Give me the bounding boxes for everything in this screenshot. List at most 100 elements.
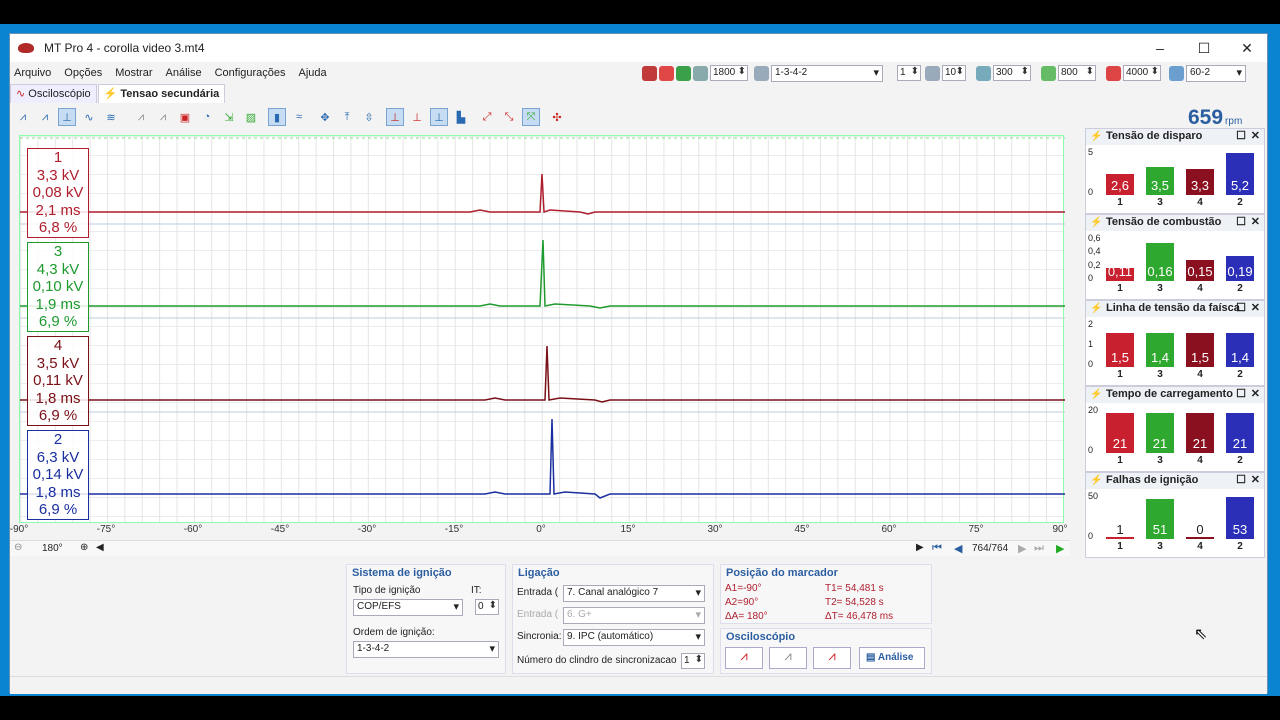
channel-label-1[interactable]: 1 3,3 kV 0,08 kV 2,1 ms 6,8 % (27, 148, 89, 238)
time-scrollbar[interactable]: ⊖ 180° ⊕ ◀ ▶ ⏮ ◀ 764/764 ▶ ⏭ ▶ (10, 540, 1070, 556)
tab-tensao-secundaria[interactable]: ⚡ Tensao secundária (97, 84, 226, 103)
panel-close-icon[interactable]: ✕ (1251, 387, 1260, 400)
fit-icon[interactable]: ⤒ (338, 108, 356, 126)
tab-osciloscopio[interactable]: ∿ Osciloscópio (10, 84, 97, 103)
menu-mostrar[interactable]: Mostrar (115, 67, 152, 79)
zoom-out-icon[interactable]: ⤡ (500, 108, 518, 126)
engine-icon[interactable] (693, 65, 708, 81)
menu-arquivo[interactable]: Arquivo (14, 67, 51, 79)
car-icon[interactable] (642, 65, 657, 81)
panel-1: ⚡ Tensão de combustão ☐ ✕ 0,6 0,4 0,2 0 0,11 0,16… (1085, 214, 1265, 300)
y-tick: 0 (1088, 531, 1094, 541)
wave-gray2-icon[interactable]: ⩘ (154, 108, 172, 126)
value1-spin[interactable]: 10 (942, 65, 966, 81)
axis-tick: 90° (1052, 524, 1068, 535)
scroll-right-icon[interactable]: ▶ (916, 542, 924, 553)
close-button[interactable]: ✕ (1225, 34, 1269, 62)
film-icon[interactable]: ▣ (176, 108, 194, 126)
menu-opcoes[interactable]: Opções (64, 67, 102, 79)
input-select[interactable]: 7. Canal analógico 7 (563, 585, 705, 602)
value3-spin[interactable]: 800 (1058, 65, 1096, 81)
parade-icon[interactable]: ≋ (102, 108, 120, 126)
degree-axis: -90° -75° -60° -45° -30° -15° 0° 15° 30°… (10, 524, 1070, 538)
wave3-icon[interactable]: ∿ (80, 108, 98, 126)
firing-order-select[interactable]: 1-3-4-2 (771, 64, 883, 82)
panel-maximize-icon[interactable]: ☐ (1236, 129, 1246, 142)
channel-label-4[interactable]: 4 3,5 kV 0,11 kV 1,8 ms 6,9 % (27, 336, 89, 426)
rpm-limit-spin[interactable]: 1800 (710, 65, 748, 81)
input2-select[interactable]: 6. G+ (563, 607, 705, 624)
ignition-type-label: Tipo de ignição (353, 585, 421, 596)
panel-close-icon[interactable]: ✕ (1251, 129, 1260, 142)
it-spin[interactable]: 0 (475, 599, 499, 615)
it-label: IT: (471, 585, 482, 596)
auto-zoom-icon[interactable]: ⤧ (522, 108, 540, 126)
wheel-select[interactable]: 60-2 (1186, 64, 1246, 82)
scope-mode1-icon[interactable]: ⩘ (725, 647, 763, 669)
panel-close-icon[interactable]: ✕ (1251, 215, 1260, 228)
cylinder-spin[interactable]: 1 (897, 65, 921, 81)
y-tick: 5 (1088, 147, 1094, 157)
bar-chart-icon[interactable]: ▮ (268, 108, 286, 126)
waveform-icon[interactable]: ⩘ (14, 108, 32, 126)
lock-icon[interactable] (676, 65, 691, 81)
marker-a-icon[interactable]: ⊥ (386, 108, 404, 126)
menu-analise[interactable]: Análise (166, 67, 202, 79)
image-icon[interactable]: ▨ (242, 108, 260, 126)
bar-label: 4 (1197, 283, 1203, 294)
zoom-in-icon[interactable]: ⤢ (478, 108, 496, 126)
last-frame-icon[interactable]: ⏭ (1034, 542, 1044, 555)
panel-close-icon[interactable]: ✕ (1251, 301, 1260, 314)
bar-4 (1186, 537, 1214, 539)
ignition-type-select[interactable]: COP/EFS (353, 599, 463, 616)
export-icon[interactable]: ⇲ (220, 108, 238, 126)
zoom-in-circle-icon[interactable]: ⊕ (80, 542, 88, 553)
channel-label-3[interactable]: 3 4,3 kV 0,10 kV 1,9 ms 6,9 % (27, 242, 89, 332)
overlay-icon[interactable]: ≈ (290, 108, 308, 126)
value4-spin[interactable]: 4000 (1123, 65, 1161, 81)
trigger-icon[interactable]: ✣ (548, 108, 566, 126)
menu-configuracoes[interactable]: Configurações (215, 67, 286, 79)
play-icon[interactable]: ▶ (1056, 542, 1064, 555)
panel-close-icon[interactable]: ✕ (1251, 473, 1260, 486)
record-icon[interactable] (659, 65, 674, 81)
analysis-button[interactable]: ▤ Análise (859, 647, 925, 669)
scope-mode2-icon[interactable]: ⩘ (769, 647, 807, 669)
sync-cylinder-spin[interactable]: 1 (681, 653, 705, 669)
waveform2-icon[interactable]: ⩘ (36, 108, 54, 126)
marker-b-icon[interactable]: ⊥ (408, 108, 426, 126)
maximize-button[interactable]: ☐ (1182, 34, 1226, 62)
bar-label: 4 (1197, 455, 1203, 466)
channel-label-2[interactable]: 2 6,3 kV 0,14 kV 1,8 ms 6,9 % (27, 430, 89, 520)
bottom-panel: Sistema de ignição Tipo de ignição IT: C… (346, 564, 934, 674)
axis-tick: -75° (96, 524, 116, 535)
panel-maximize-icon[interactable]: ☐ (1236, 473, 1246, 486)
value2-spin[interactable]: 300 (993, 65, 1031, 81)
next-frame-icon[interactable]: ▶ (1018, 542, 1026, 555)
ch3-pct: 6,9 % (38, 313, 78, 330)
panel-maximize-icon[interactable]: ☐ (1236, 387, 1246, 400)
oscilloscope-area[interactable]: 1 3,3 kV 0,08 kV 2,1 ms 6,8 % 3 4,3 kV 0… (19, 135, 1065, 523)
marker-c-icon[interactable]: ⊥ (430, 108, 448, 126)
histogram-icon[interactable]: ▙ (452, 108, 470, 126)
move-icon[interactable]: ✥ (316, 108, 334, 126)
prev-frame-icon[interactable]: ◀ (954, 542, 962, 555)
menu-ajuda[interactable]: Ajuda (299, 67, 327, 79)
wave-gray-icon[interactable]: ⩘ (132, 108, 150, 126)
scale-icon[interactable]: ⇳ (360, 108, 378, 126)
minimize-button[interactable]: – (1138, 34, 1182, 62)
bar-label: 4 (1197, 369, 1203, 380)
firing-order-field[interactable]: 1-3-4-2 (353, 641, 499, 658)
frame-position: 764/764 (972, 543, 1009, 554)
panel-maximize-icon[interactable]: ☐ (1236, 215, 1246, 228)
cursor-icon[interactable]: ⊥ (58, 108, 76, 126)
panel-maximize-icon[interactable]: ☐ (1236, 301, 1246, 314)
sync-label: Sincronia: (517, 631, 562, 642)
bar-value: 0,11 (1107, 264, 1133, 279)
rpm-icon[interactable]: ◔ (198, 108, 216, 126)
scroll-left-icon[interactable]: ◀ (96, 542, 104, 553)
sync-select[interactable]: 9. IPC (automático) (563, 629, 705, 646)
scope-mode3-icon[interactable]: ⩘ (813, 647, 851, 669)
first-frame-icon[interactable]: ⏮ (932, 542, 942, 555)
zoom-out-circle-icon[interactable]: ⊖ (14, 542, 22, 553)
